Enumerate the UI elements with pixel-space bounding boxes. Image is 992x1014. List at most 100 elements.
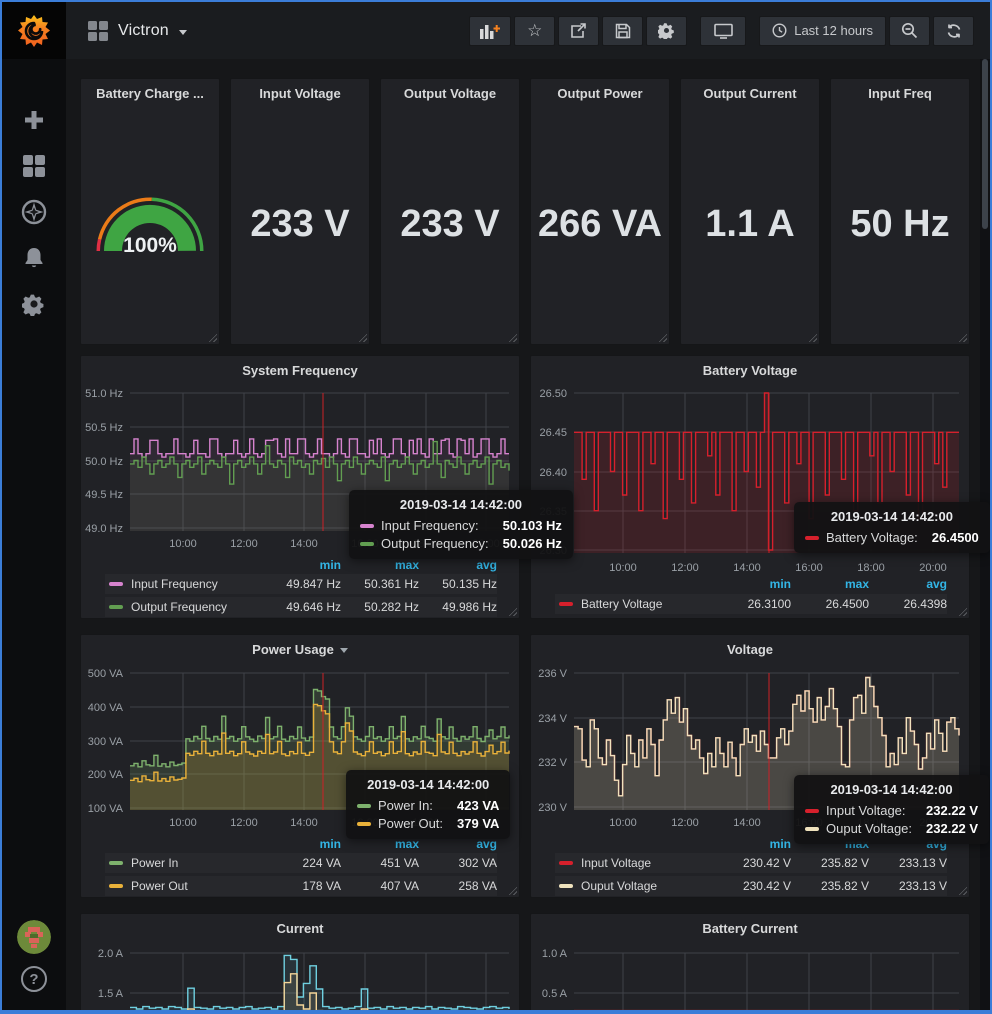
panel-title[interactable]: Current xyxy=(81,921,519,936)
legend-col-max[interactable]: max xyxy=(791,577,869,591)
svg-text:200 VA: 200 VA xyxy=(88,769,124,781)
svg-text:49.0 Hz: 49.0 Hz xyxy=(85,523,123,535)
grid-icon xyxy=(22,154,46,178)
legend-row: Ouput Voltage230.42 V235.82 V233.13 V xyxy=(555,876,947,896)
panel-title[interactable]: Output Current xyxy=(681,86,819,101)
panel-voltage: Voltage 236 V234 V232 V230 V10:0012:0014… xyxy=(530,634,970,898)
legend-value: 26.4398 xyxy=(869,597,947,611)
zoom-out-icon xyxy=(901,22,918,39)
svg-text:12:00: 12:00 xyxy=(230,817,258,829)
panel-output-current: Output Current 1.1 A xyxy=(680,78,820,345)
panel-title[interactable]: Voltage xyxy=(531,642,969,657)
star-icon: ☆ xyxy=(527,22,542,39)
legend-value: 50.361 Hz xyxy=(341,577,419,591)
tooltip-row: Battery Voltage:26.4500 xyxy=(805,530,979,545)
legend-col-max[interactable]: max xyxy=(341,558,419,572)
share-button[interactable] xyxy=(558,16,599,46)
legend-col-min[interactable]: min xyxy=(263,558,341,572)
tooltip-series-label: Input Voltage: xyxy=(826,803,906,818)
time-range-picker[interactable]: Last 12 hours xyxy=(759,16,886,46)
legend-col-avg[interactable]: avg xyxy=(869,577,947,591)
help-button[interactable]: ? xyxy=(21,966,47,992)
svg-text:51.0 Hz: 51.0 Hz xyxy=(85,388,123,400)
grafana-logo[interactable] xyxy=(2,2,66,59)
panel-title[interactable]: Output Power xyxy=(531,86,669,101)
legend-series-label[interactable]: Output Frequency xyxy=(105,600,263,614)
panel-title[interactable]: Input Voltage xyxy=(231,86,369,101)
avatar-image xyxy=(17,920,51,954)
svg-text:50.5 Hz: 50.5 Hz xyxy=(85,422,123,434)
panel-resize-handle[interactable] xyxy=(509,334,517,342)
legend-series-label[interactable]: Input Voltage xyxy=(555,856,713,870)
panel-title[interactable]: Input Freq xyxy=(831,86,969,101)
legend-col-max[interactable]: max xyxy=(341,837,419,851)
tooltip-series-value: 232.22 V xyxy=(912,803,978,818)
legend-header: minmaxavg xyxy=(555,576,947,592)
tooltip-timestamp: 2019-03-14 14:42:00 xyxy=(805,782,978,797)
navbar: Victron ☆ xyxy=(66,2,990,59)
legend-series-label[interactable]: Input Frequency xyxy=(105,577,263,591)
legend-series-label[interactable]: Ouput Voltage xyxy=(555,879,713,893)
tooltip-series-value: 379 VA xyxy=(443,816,499,831)
tooltip-series-label: Output Frequency: xyxy=(381,536,489,551)
legend-col-avg[interactable]: avg xyxy=(419,837,497,851)
legend-col-avg[interactable]: avg xyxy=(419,558,497,572)
panel-input-voltage: Input Voltage 233 V xyxy=(230,78,370,345)
panel-resize-handle[interactable] xyxy=(959,334,967,342)
legend-series-label[interactable]: Battery Voltage xyxy=(555,597,713,611)
dashboard-picker[interactable]: Victron xyxy=(88,21,187,41)
svg-text:26.40: 26.40 xyxy=(539,467,567,479)
compass-icon xyxy=(21,199,47,225)
legend-series-label[interactable]: Power Out xyxy=(105,879,263,893)
plus-icon xyxy=(23,109,45,131)
panel-title[interactable]: Battery Voltage xyxy=(531,363,969,378)
bell-icon xyxy=(22,246,46,270)
panel-title[interactable]: Output Voltage xyxy=(381,86,519,101)
settings-button[interactable] xyxy=(646,16,687,46)
sidebar-item-configuration[interactable] xyxy=(20,290,48,318)
legend-col-min[interactable]: min xyxy=(263,837,341,851)
panel-title[interactable]: Battery Current xyxy=(531,921,969,936)
sidebar-item-alerting[interactable] xyxy=(20,244,48,272)
svg-text:14:00: 14:00 xyxy=(290,538,318,550)
svg-text:14:00: 14:00 xyxy=(733,562,761,574)
save-button[interactable] xyxy=(602,16,643,46)
svg-text:1.5 A: 1.5 A xyxy=(98,988,124,1000)
legend-row: Input Voltage230.42 V235.82 V233.13 V xyxy=(555,853,947,873)
legend-value: 451 VA xyxy=(341,856,419,870)
panel-resize-handle[interactable] xyxy=(659,334,667,342)
panel-title[interactable]: Power Usage xyxy=(81,642,519,657)
panel-resize-handle[interactable] xyxy=(809,334,817,342)
panel-title[interactable]: System Frequency xyxy=(81,363,519,378)
avatar[interactable] xyxy=(17,920,51,954)
tv-icon xyxy=(714,23,733,39)
sidebar-item-dashboards[interactable] xyxy=(20,152,48,180)
tooltip-row: Output Frequency:50.026 Hz xyxy=(360,536,562,551)
svg-text:236 V: 236 V xyxy=(538,668,567,680)
series-color-dash xyxy=(805,536,819,540)
stat-value: 50 Hz xyxy=(831,79,969,344)
series-color-dash xyxy=(357,822,371,826)
legend-header: minmaxavg xyxy=(105,557,497,573)
svg-text:10:00: 10:00 xyxy=(609,562,637,574)
scrollbar-thumb[interactable] xyxy=(982,59,988,229)
panel-resize-handle[interactable] xyxy=(359,334,367,342)
legend-col-min[interactable]: min xyxy=(713,577,791,591)
sidebar-item-create[interactable] xyxy=(20,106,48,134)
tooltip-row: Input Frequency:50.103 Hz xyxy=(360,518,562,533)
svg-text:300 VA: 300 VA xyxy=(88,736,124,748)
legend-series-label[interactable]: Power In xyxy=(105,856,263,870)
tv-mode-button[interactable] xyxy=(700,16,746,46)
star-button[interactable]: ☆ xyxy=(514,16,555,46)
panel-title[interactable]: Battery Charge ... xyxy=(81,86,219,101)
zoom-out-button[interactable] xyxy=(889,16,930,46)
settings-gear-icon xyxy=(658,22,675,39)
svg-text:10:00: 10:00 xyxy=(169,538,197,550)
legend-col-min[interactable]: min xyxy=(713,837,791,851)
legend-row: Input Frequency49.847 Hz50.361 Hz50.135 … xyxy=(105,574,497,594)
refresh-button[interactable] xyxy=(933,16,974,46)
add-panel-button[interactable] xyxy=(469,16,511,46)
legend-value: 224 VA xyxy=(263,856,341,870)
sidebar-item-explore[interactable] xyxy=(20,198,48,226)
tooltip-series-label: Input Frequency: xyxy=(381,518,479,533)
